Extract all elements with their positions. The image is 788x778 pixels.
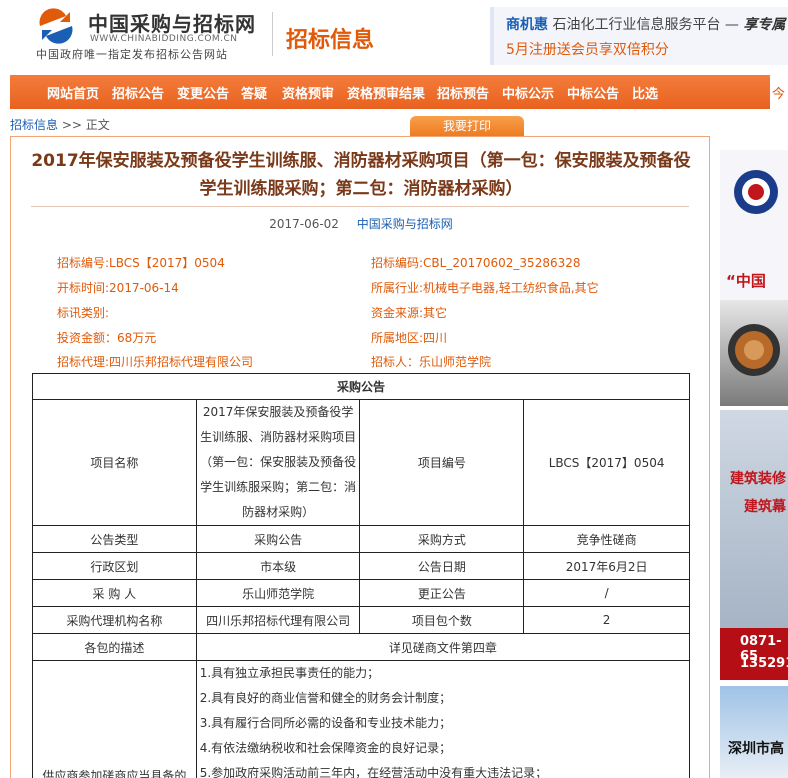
cell: 市本级 [195,552,361,580]
cell: 四川乐邦招标代理有限公司 [195,606,361,634]
meta-open-time: 开标时间:2017-06-14 [57,281,179,295]
ad1-text: “中国 [726,272,766,290]
meta-bid-no: 招标编号:LBCS【2017】0504 [57,256,225,270]
publish-info: 2017-06-02 中国采购与招标网 [11,215,711,232]
ad3-text: 深圳市高 [728,741,784,757]
nav-item-award-notice[interactable]: 中标公告 [567,83,619,102]
header-divider [272,12,273,56]
meta-fund-source: 资金来源:其它 [371,306,448,320]
requirement-item: 1.具有独立承担民事责任的能力； [199,666,380,680]
article-container: 2017年保安服装及预备役学生训练服、消防器材采购项目（第一包：保安服装及预备役… [10,136,710,778]
publish-date: 2017-06-02 [269,217,339,231]
promo-text: 石油化工行业信息服务平台 — [552,17,739,33]
cable-icon [728,324,780,376]
cell: 项目包个数 [359,606,525,634]
ad-emblem-icon [734,170,778,214]
requirement-item: 2.具有良好的商业信誉和健全的财务会计制度； [199,691,452,705]
table-row: 公告类型 采购公告 采购方式 竞争性磋商 [32,525,690,553]
breadcrumb-current: 正文 [85,118,110,132]
cell: 采 购 人 [32,579,197,607]
logo-mark-icon [39,8,73,44]
cell: 乐山师范学院 [195,579,361,607]
nav-item-home[interactable]: 网站首页 [47,83,99,102]
nav-item-qa[interactable]: 答疑 [241,83,267,102]
meta-industry: 所属行业:机械电子电器,轻工纺织食品,其它 [371,281,599,295]
requirement-item: 4.有依法缴纳税收和社会保障资金的良好记录； [199,741,452,755]
notice-table: 采购公告 项目名称 2017年保安服装及预备役学生训练服、消防器材采购项目（第一… [32,373,691,778]
project-no-label: 项目编号 [359,399,525,526]
cell: 公告类型 [32,525,197,553]
cell: 竞争性磋商 [523,525,690,553]
requirements-list: 1.具有独立承担民事责任的能力； 2.具有良好的商业信誉和健全的财务会计制度； … [195,660,691,778]
meta-agent: 招标代理:四川乐邦招标代理有限公司 [57,355,254,369]
cell: 采购方式 [359,525,525,553]
side-ad-1[interactable]: “中国 [720,150,788,406]
cell: 更正公告 [359,579,525,607]
logo-slogan: 中国政府唯一指定发布招标公告网站 [36,48,228,61]
cell: 2017年6月2日 [523,552,690,580]
logo-url: WWW.CHINABIDDING.COM.CN [90,34,238,44]
table-row: 采 购 人 乐山师范学院 更正公告 / [32,579,690,607]
breadcrumb-separator: >> [58,118,86,132]
source-link[interactable]: 中国采购与招标网 [357,217,453,231]
table-row: 行政区划 市本级 公告日期 2017年6月2日 [32,552,690,580]
ad2-line-2: 建筑幕 [744,499,786,515]
cell: 2 [523,606,690,634]
meta-amount: 投资金额：68万元 [57,331,157,345]
requirement-item: 3.具有履行合同所必需的设备和专业技术能力； [199,716,452,730]
cell: 公告日期 [359,552,525,580]
section-title: 招标信息 [286,28,375,53]
project-no-value: LBCS【2017】0504 [523,399,690,526]
promo-line-1: 商机惠 石油化工行业信息服务平台 — 享专属 [506,14,785,34]
project-name-value: 2017年保安服装及预备役学生训练服、消防器材采购项目（第一包：保安服装及预备役… [195,399,361,526]
breadcrumb-link[interactable]: 招标信息 [10,118,58,132]
nav-item-bid-forecast[interactable]: 招标预告 [437,83,489,102]
meta-category: 标讯类别: [57,306,110,320]
site-logo[interactable]: 中国采购与招标网 WWW.CHINABIDDING.COM.CN 中国政府唯一指… [36,6,256,64]
logo-title: 中国采购与招标网 [88,12,256,36]
promo-banner[interactable]: 商机惠 石油化工行业信息服务平台 — 享专属 5月注册送会员享双倍积分 [490,7,788,65]
nav-item-prequal[interactable]: 资格预审 [282,83,334,102]
meta-tenderer: 招标人：乐山师范学院 [371,355,492,369]
nav-item-bid-notice[interactable]: 招标公告 [112,83,164,102]
table-header: 采购公告 [32,373,690,400]
main-nav: 网站首页 招标公告 变更公告 答疑 资格预审 资格预审结果 招标预告 中标公示 … [10,75,788,109]
nav-item-comparison[interactable]: 比选 [632,83,658,102]
ad1-image [720,300,788,406]
site-header: 中国采购与招标网 WWW.CHINABIDDING.COM.CN 中国政府唯一指… [0,0,788,72]
side-ad-2[interactable]: 建筑装修 建筑幕 0871-65 135291 [720,410,788,680]
cell: / [523,579,690,607]
side-ad-3[interactable]: 深圳市高 [720,686,788,778]
nav-right-tab[interactable]: 今 [770,75,788,109]
nav-item-change-notice[interactable]: 变更公告 [177,83,229,102]
project-name-label: 项目名称 [32,399,197,526]
cell: 采购公告 [195,525,361,553]
requirement-item: 5.参加政府采购活动前三年内，在经营活动中没有重大违法记录； [199,766,548,778]
nav-right-label: 今 [772,87,786,102]
promo-line-2: 5月注册送会员享双倍积分 [506,42,669,58]
promo-brand: 商机惠 [506,17,548,33]
promo-tail: 享专属 [743,17,786,33]
meta-region: 所属地区:四川 [371,331,448,345]
cell: 采购代理机构名称 [32,606,197,634]
nav-item-award-publicity[interactable]: 中标公示 [502,83,554,102]
title-divider [31,206,689,207]
desc-label: 各包的描述 [32,633,197,661]
table-row: 采购代理机构名称 四川乐邦招标代理有限公司 项目包个数 2 [32,606,690,634]
nav-item-prequal-result[interactable]: 资格预审结果 [347,83,425,102]
cell: 行政区划 [32,552,197,580]
meta-bid-code: 招标编码:CBL_20170602_35286328 [371,256,581,270]
requirements-label: 供应商参加磋商应当具备的 [32,660,197,778]
breadcrumb: 招标信息 >> 正文 [10,116,110,133]
desc-value: 详见磋商文件第四章 [195,633,691,661]
ad2-line-1: 建筑装修 [730,471,786,487]
print-button[interactable]: 我要打印 [410,116,524,136]
ad1-header: “中国 [720,150,788,300]
article-title: 2017年保安服装及预备役学生训练服、消防器材采购项目（第一包：保安服装及预备役… [31,151,691,199]
ad2-phone-2: 135291 [740,656,788,671]
